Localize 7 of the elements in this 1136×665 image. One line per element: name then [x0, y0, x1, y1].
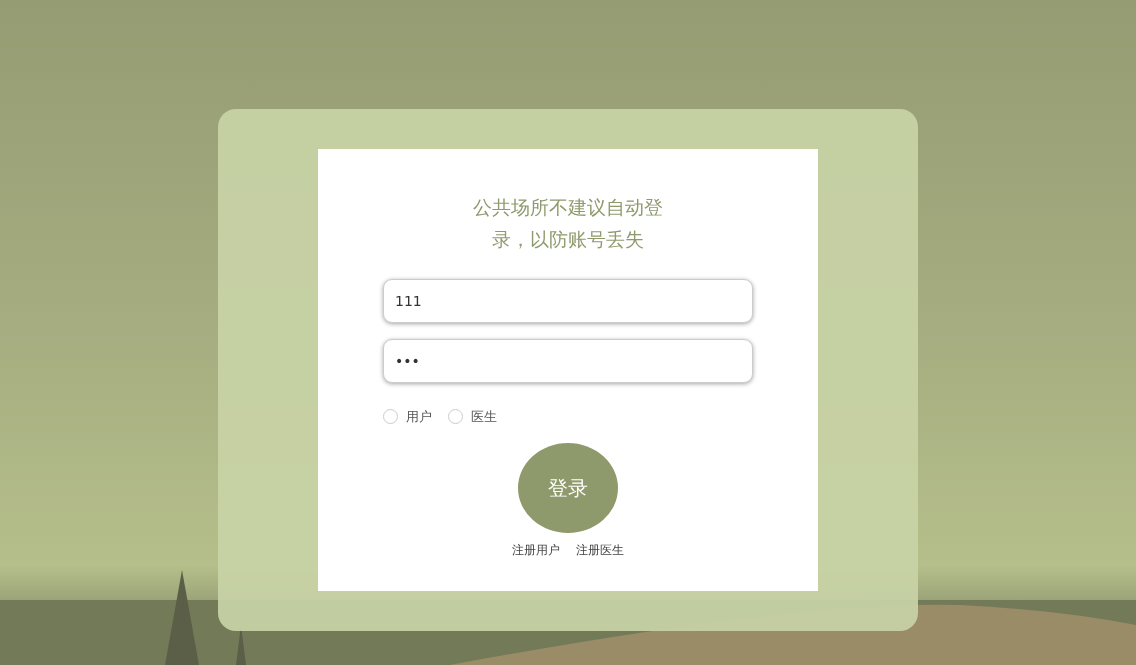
register-link[interactable]: 注册医生 [576, 540, 624, 559]
notice-text: 公共场所不建议自动登录，以防账号丢失 [472, 195, 664, 252]
password-field[interactable]: ••• [383, 339, 753, 383]
register-link[interactable]: 注册用户 [512, 540, 560, 559]
radio-label: 用户 [406, 408, 432, 426]
radio-label: 医生 [471, 408, 497, 426]
username-field[interactable]: 111 [383, 279, 753, 323]
